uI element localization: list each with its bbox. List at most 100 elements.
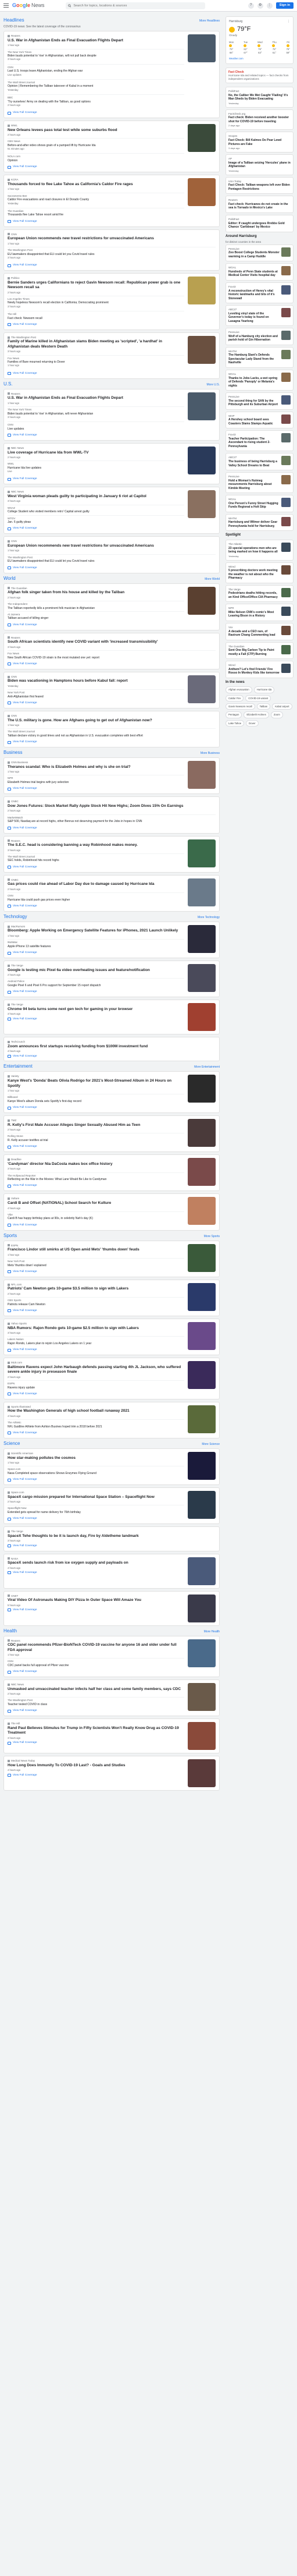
story-thumbnail[interactable] (188, 839, 216, 867)
spotlight-item-thumbnail[interactable] (281, 607, 291, 616)
related-story[interactable]: Space.com Nasa Completed space observatio… (8, 1466, 184, 1476)
story-headline[interactable]: 'Candyman' director Nia DaCosta makes bo… (8, 1162, 184, 1167)
related-story[interactable]: Al Jazeera Taliban accused of killing sin… (8, 611, 184, 622)
story-source[interactable]: CNN Business (8, 761, 184, 764)
story-source[interactable]: Space.com (8, 1491, 184, 1494)
spotlight-item[interactable]: The Guardian Sent One Big Carbon Tip to P… (226, 642, 294, 660)
full-coverage-button[interactable]: View Full Coverage (8, 111, 184, 115)
story-thumbnail[interactable] (188, 1003, 216, 1032)
search-box[interactable] (65, 2, 205, 9)
local-item-headline[interactable]: Hold a Woman's Nutmeg mesurements Harris… (228, 479, 280, 491)
local-item-thumbnail[interactable] (281, 433, 291, 443)
related-headline[interactable]: Opinion (8, 159, 184, 162)
related-story[interactable]: The Guardian Thousands flee Lake Tahoe re… (8, 207, 184, 218)
factcheck-item[interactable]: FactCheck.org Fact check: Biden received … (226, 109, 294, 130)
story-headline[interactable]: Family of Marine killed in Afghanistan s… (8, 339, 184, 349)
full-coverage-button[interactable]: View Full Coverage (8, 1224, 184, 1227)
related-headline[interactable]: Taliban accused of killing singer (8, 616, 184, 620)
story-thumbnail[interactable] (188, 1639, 216, 1667)
related-headline[interactable]: Rajon Rondo, Lakers plan to rejoin Los A… (8, 1342, 184, 1345)
spotlight-item-thumbnail[interactable] (281, 587, 291, 597)
related-story[interactable]: New York Post Mets 'thumbs down' explaine… (8, 1257, 184, 1268)
help-icon[interactable]: ? (248, 2, 254, 9)
story-source[interactable]: WWL (8, 124, 184, 127)
full-coverage-button[interactable]: View Full Coverage (8, 1741, 184, 1745)
related-story[interactable]: MarketWatch S&P 500, Nasdaq are at record… (8, 814, 216, 825)
local-item-headline[interactable]: The business of being Harrisburg a Valle… (228, 460, 280, 467)
full-coverage-button[interactable]: View Full Coverage (8, 1608, 184, 1612)
story-headline[interactable]: Zoom announces first startups receiving … (8, 1044, 216, 1049)
related-headline[interactable]: Reflecting on the War in the Movies: Wha… (8, 1178, 184, 1181)
story-thumbnail[interactable] (188, 675, 216, 703)
related-story[interactable]: WWL Hurricane Ida live updates Live (8, 460, 184, 476)
full-coverage-button[interactable]: View Full Coverage (8, 434, 184, 437)
local-item-thumbnail[interactable] (281, 395, 291, 405)
full-coverage-button[interactable]: View Full Coverage (8, 1184, 184, 1188)
full-coverage-button[interactable]: View Full Coverage (8, 1106, 184, 1110)
story-source[interactable]: The Verge (8, 964, 184, 968)
story-headline[interactable]: Baltimore Ravens expect John Harbaugh de… (8, 1365, 184, 1375)
story-thumbnail[interactable] (188, 1557, 216, 1585)
section-title-sports[interactable]: Sports (3, 1233, 17, 1239)
local-item[interactable]: PennLive Wolf of a Hamburg city election … (226, 328, 294, 345)
topic-chip[interactable]: COVID-19 variant (245, 695, 271, 701)
full-coverage-button[interactable]: View Full Coverage (8, 1309, 184, 1313)
local-item-headline[interactable]: A reconstruction of Henry's vital histor… (228, 289, 280, 301)
topic-chip[interactable]: Caldor Fire (226, 695, 244, 701)
story-source[interactable]: CNBC (8, 800, 216, 803)
related-story[interactable]: The Washington Post EU lawmakers disappoi… (8, 554, 216, 565)
local-item[interactable]: ABC27 Leveling vinyl state of the Governo… (226, 305, 294, 327)
related-headline[interactable]: Nasa Completed space observations Shows … (8, 1472, 184, 1475)
local-item-headline[interactable]: Teacher Participation: The Ascendant to … (228, 437, 280, 449)
local-item[interactable]: Fox43 Teacher Participation: The Ascendan… (226, 430, 294, 452)
local-item-thumbnail[interactable] (281, 308, 291, 317)
factcheck-item[interactable]: USA Today Fact Check: Taliban weapons lef… (226, 176, 294, 194)
more-link-sports[interactable]: More Sports (204, 1235, 220, 1238)
story-thumbnail[interactable] (188, 1158, 216, 1186)
story-source[interactable]: The Verge (8, 1530, 216, 1533)
story-source[interactable]: Reuters (8, 636, 216, 640)
story-source[interactable]: CNN (8, 233, 216, 236)
story-headline[interactable]: Francisco Lindor still smirks at US Open… (8, 1248, 184, 1252)
full-coverage-button[interactable]: View Full Coverage (8, 566, 216, 570)
story-source[interactable]: CNBC (8, 878, 184, 882)
topic-chip[interactable]: Kabul airport (272, 703, 292, 710)
story-source[interactable]: NBC News (8, 490, 184, 494)
related-story[interactable]: CNN CDC panel backs full approval of Pfiz… (8, 1658, 184, 1668)
story-thumbnail[interactable] (188, 1243, 216, 1272)
related-headline[interactable]: Thousands flee Lake Tahoe resort amid fi… (8, 213, 184, 217)
factcheck-item[interactable]: PolitiFact No, the Caliber We Met Caught … (226, 87, 294, 108)
story-headline[interactable]: Unmasked and unvaccinated teacher infect… (8, 1687, 184, 1692)
story-thumbnail[interactable] (188, 1321, 216, 1350)
topic-chip[interactable]: Lake Tahoe (226, 720, 245, 727)
related-story[interactable]: CNN Live updates (8, 421, 184, 432)
story-headline[interactable]: How Long Does Immunity To COVID-19 Last?… (8, 1763, 184, 1768)
spotlight-item[interactable]: Wired Anthem? Let's find Friends' Fire Ro… (226, 661, 294, 678)
related-story[interactable]: CNN Last U.S. troops leave Afghanistan, e… (8, 63, 184, 79)
story-headline[interactable]: Rand Paul Believes Stimulus for Trump in… (8, 1726, 184, 1736)
story-thumbnail[interactable] (188, 1759, 216, 1788)
local-item-thumbnail[interactable] (281, 456, 291, 466)
story-headline[interactable]: How star-making pollutes the cosmos (8, 1456, 184, 1461)
section-title-technology[interactable]: Technology (3, 914, 27, 920)
related-story[interactable]: Los Angeles Times Newly hopeless Newsom's… (8, 295, 184, 311)
full-coverage-button[interactable]: View Full Coverage (8, 372, 184, 375)
full-coverage-button[interactable]: View Full Coverage (8, 866, 184, 869)
related-headline[interactable]: S&P 500, Nasdaq are at record highs, oth… (8, 820, 216, 823)
more-link-science[interactable]: More Science (202, 1443, 220, 1446)
spotlight-item[interactable]: NPR Mike Nelson CNN's comic's Most Leavin… (226, 604, 294, 621)
factcheck-item-headline[interactable]: Image of a Taliban seizing 'Hercules' pl… (228, 161, 291, 169)
spotlight-item-headline[interactable]: Pedestrians deaths hitting records, an K… (228, 591, 280, 599)
weather-card[interactable]: Harrisburg ⋮ 79°F Cloudy Mon 79° 66° Tue 82° 6… (226, 16, 294, 64)
apps-icon[interactable]: ⋮ (266, 2, 273, 9)
spotlight-item-thumbnail[interactable] (281, 542, 291, 552)
story-source[interactable]: NBC News (8, 447, 184, 450)
local-item[interactable]: PennLive Zoo Boost College Students Monst… (226, 244, 294, 262)
story-source[interactable]: Medical News Today (8, 1759, 184, 1763)
story-headline[interactable]: Cardi B and Offset (NATIONAL) School Sea… (8, 1201, 184, 1206)
story-source[interactable]: The Guardian (8, 587, 184, 590)
story-thumbnail[interactable] (188, 1361, 216, 1390)
factcheck-item-headline[interactable]: Fact Check: Bill Kalmes Do Pear Lewd Pic… (228, 139, 291, 146)
search-input[interactable] (73, 3, 203, 8)
story-source[interactable]: CNN (8, 675, 184, 679)
